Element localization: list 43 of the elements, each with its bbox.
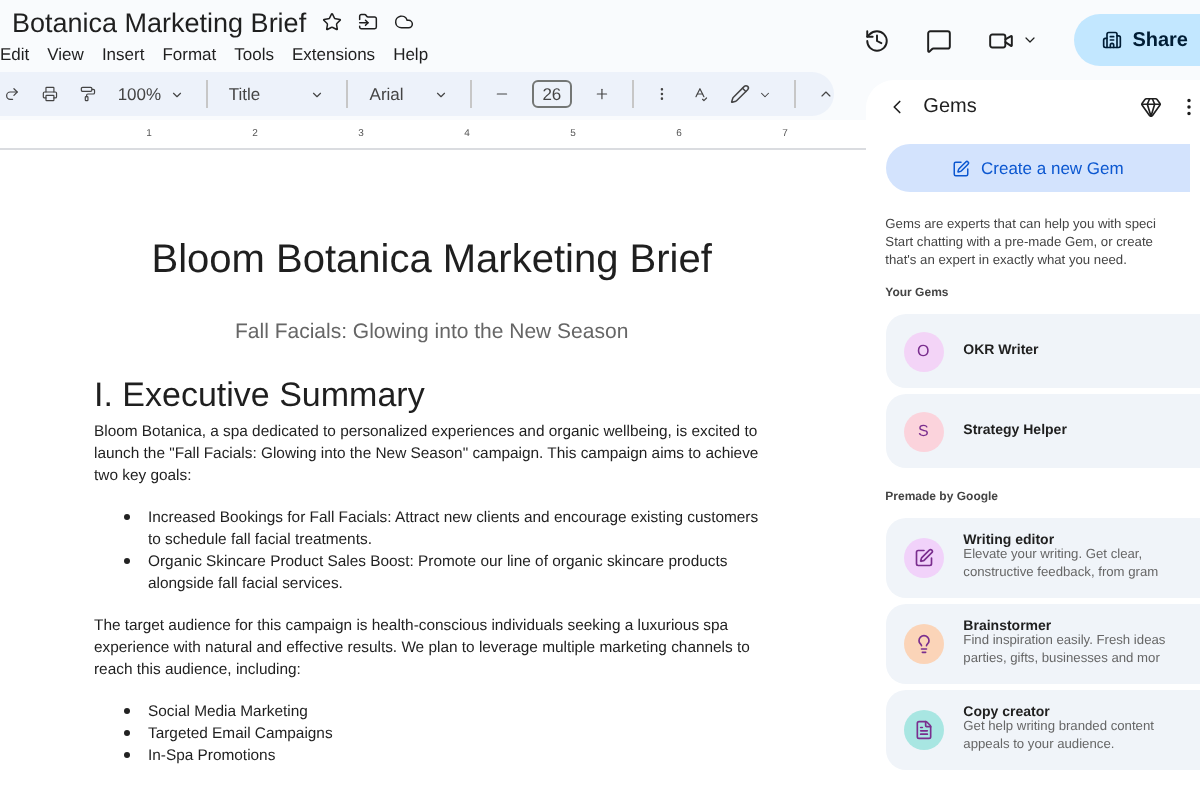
building-icon xyxy=(1102,30,1123,50)
bullet-icon xyxy=(124,558,130,564)
plus-icon[interactable] xyxy=(593,84,610,104)
bullet-icon xyxy=(124,752,130,758)
share-button[interactable]: Share xyxy=(1074,14,1200,66)
caret-icon xyxy=(169,87,184,101)
gem-avatar: S xyxy=(903,411,944,451)
bullet-icon xyxy=(124,708,130,714)
menu-item[interactable]: Tools xyxy=(234,44,274,64)
spellcheck-icon[interactable] xyxy=(692,84,709,104)
panel-title: Gems xyxy=(923,95,979,117)
redo-icon[interactable] xyxy=(4,84,20,104)
section-heading: I. Executive Summary xyxy=(94,376,427,416)
zoom-dropdown[interactable]: 100% xyxy=(117,84,184,104)
paint-format-icon[interactable] xyxy=(79,84,96,104)
menu-item[interactable]: Help xyxy=(393,44,429,64)
font-size-field[interactable]: 26 xyxy=(532,80,572,108)
document-title[interactable]: Botanica Marketing Brief xyxy=(12,7,307,37)
document-heading: Bloom Botanica Marketing Brief xyxy=(149,238,714,284)
comment-icon[interactable] xyxy=(926,27,953,53)
print-icon[interactable] xyxy=(41,84,58,104)
gem-avatar: O xyxy=(903,331,944,371)
edit-icon xyxy=(951,159,969,177)
folder-icon[interactable] xyxy=(358,12,379,32)
document-subtitle: Fall Facials: Glowing into the New Season xyxy=(232,320,631,344)
cloud-icon[interactable] xyxy=(394,12,415,32)
caret-icon xyxy=(309,87,324,101)
menu-item[interactable]: Insert xyxy=(101,44,145,64)
caret-icon[interactable] xyxy=(1022,32,1039,48)
history-icon[interactable] xyxy=(864,27,891,53)
menu-item[interactable]: Format xyxy=(162,44,217,64)
star-icon[interactable] xyxy=(322,12,343,32)
bullet-icon xyxy=(124,514,130,520)
bullet-icon xyxy=(124,730,130,736)
menu-item[interactable]: View xyxy=(47,44,84,64)
font-dropdown[interactable]: Arial xyxy=(369,84,449,104)
gem-icon[interactable] xyxy=(1140,95,1162,117)
caret-icon xyxy=(434,87,449,101)
pen-icon[interactable] xyxy=(730,84,751,104)
menu-item[interactable]: Edit xyxy=(0,44,30,64)
style-dropdown[interactable]: Title xyxy=(228,84,324,104)
menu-item[interactable]: Extensions xyxy=(291,44,376,64)
create-gem-button[interactable]: Create a new Gem xyxy=(885,144,1190,192)
